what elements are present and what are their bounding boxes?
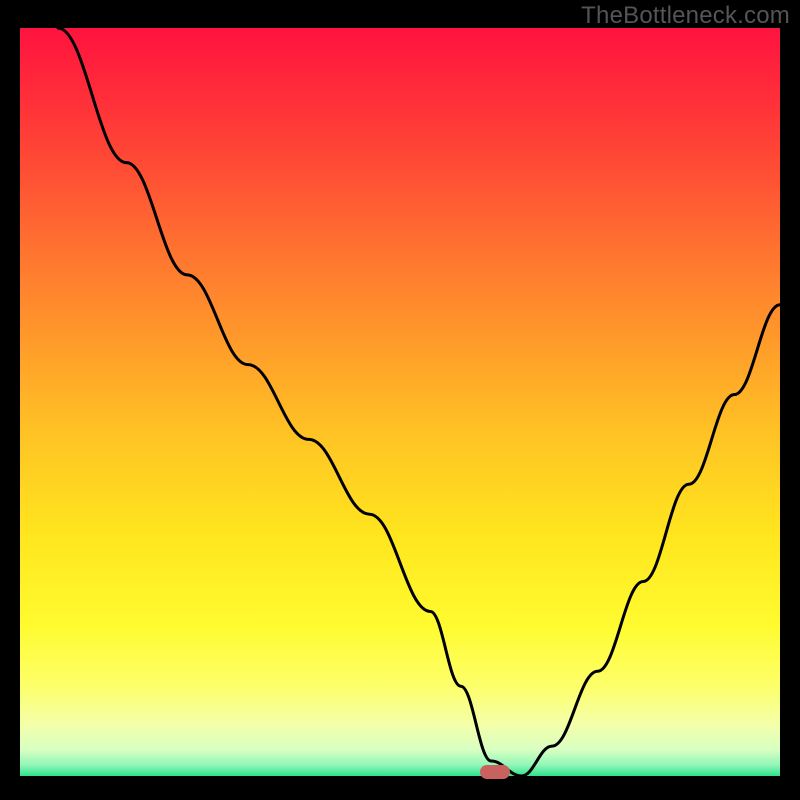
plot-area xyxy=(20,28,780,776)
minimum-marker xyxy=(480,765,510,779)
watermark-text: TheBottleneck.com xyxy=(581,2,790,30)
chart-svg xyxy=(20,28,780,776)
gradient-background xyxy=(20,28,780,776)
chart-container: TheBottleneck.com xyxy=(0,0,800,800)
